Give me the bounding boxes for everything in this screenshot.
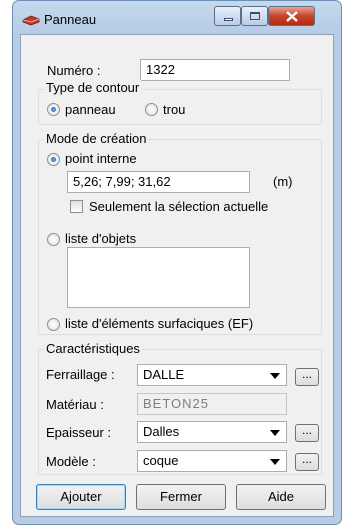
radio-point-interne[interactable]: [47, 153, 60, 166]
radio-trou[interactable]: [145, 103, 158, 116]
point-interne-label: point interne: [65, 151, 137, 166]
unit-label: (m): [273, 174, 293, 189]
selection-only-label: Seulement la sélection actuelle: [89, 199, 269, 214]
chevron-down-icon: [270, 430, 280, 436]
epaisseur-browse-button[interactable]: ...: [295, 424, 319, 442]
window-title: Panneau: [44, 12, 97, 27]
numero-label: Numéro :: [47, 63, 101, 78]
coords-field[interactable]: 5,26; 7,99; 31,62: [67, 171, 250, 193]
ferraillage-browse-button[interactable]: ...: [295, 368, 319, 386]
creation-legend: Mode de création: [44, 131, 149, 146]
modele-value: coque: [143, 453, 179, 468]
modele-label: Modèle :: [46, 454, 96, 469]
objects-listbox[interactable]: [67, 247, 250, 308]
maximize-button[interactable]: [241, 6, 268, 26]
trou-label: trou: [163, 102, 186, 117]
radio-liste-objets[interactable]: [47, 233, 60, 246]
numero-field[interactable]: 1322: [140, 59, 290, 81]
close-button[interactable]: Fermer: [136, 484, 226, 510]
ferraillage-select[interactable]: DALLE: [137, 364, 287, 386]
maximize-icon: [250, 12, 260, 20]
radio-panneau[interactable]: [47, 103, 60, 116]
add-button[interactable]: Ajouter: [36, 484, 126, 510]
chevron-down-icon: [270, 459, 280, 465]
panneau-label: panneau: [65, 102, 116, 117]
epaisseur-select[interactable]: Dalles: [137, 421, 287, 443]
minimize-button[interactable]: [214, 6, 241, 26]
epaisseur-value: Dalles: [143, 424, 180, 439]
radio-liste-ef[interactable]: [47, 318, 60, 331]
beam-app-icon: [22, 15, 40, 26]
minimize-icon: [224, 18, 233, 21]
modele-browse-button[interactable]: ...: [295, 453, 319, 471]
ferraillage-label: Ferraillage :: [46, 367, 115, 382]
close-icon: [286, 11, 298, 22]
liste-objets-label: liste d'objets: [65, 231, 137, 246]
carac-legend: Caractéristiques: [44, 341, 142, 356]
materiau-field: BETON25: [137, 393, 287, 415]
contour-legend: Type de contour: [44, 80, 142, 95]
close-window-button[interactable]: [268, 6, 315, 26]
modele-select[interactable]: coque: [137, 450, 287, 472]
epaisseur-label: Epaisseur :: [46, 425, 112, 440]
help-button[interactable]: Aide: [236, 484, 326, 510]
selection-only-checkbox[interactable]: [70, 200, 83, 213]
materiau-label: Matériau :: [46, 397, 104, 412]
ferraillage-value: DALLE: [143, 367, 185, 382]
chevron-down-icon: [270, 373, 280, 379]
liste-ef-label: liste d'éléments surfaciques (EF): [65, 316, 254, 331]
